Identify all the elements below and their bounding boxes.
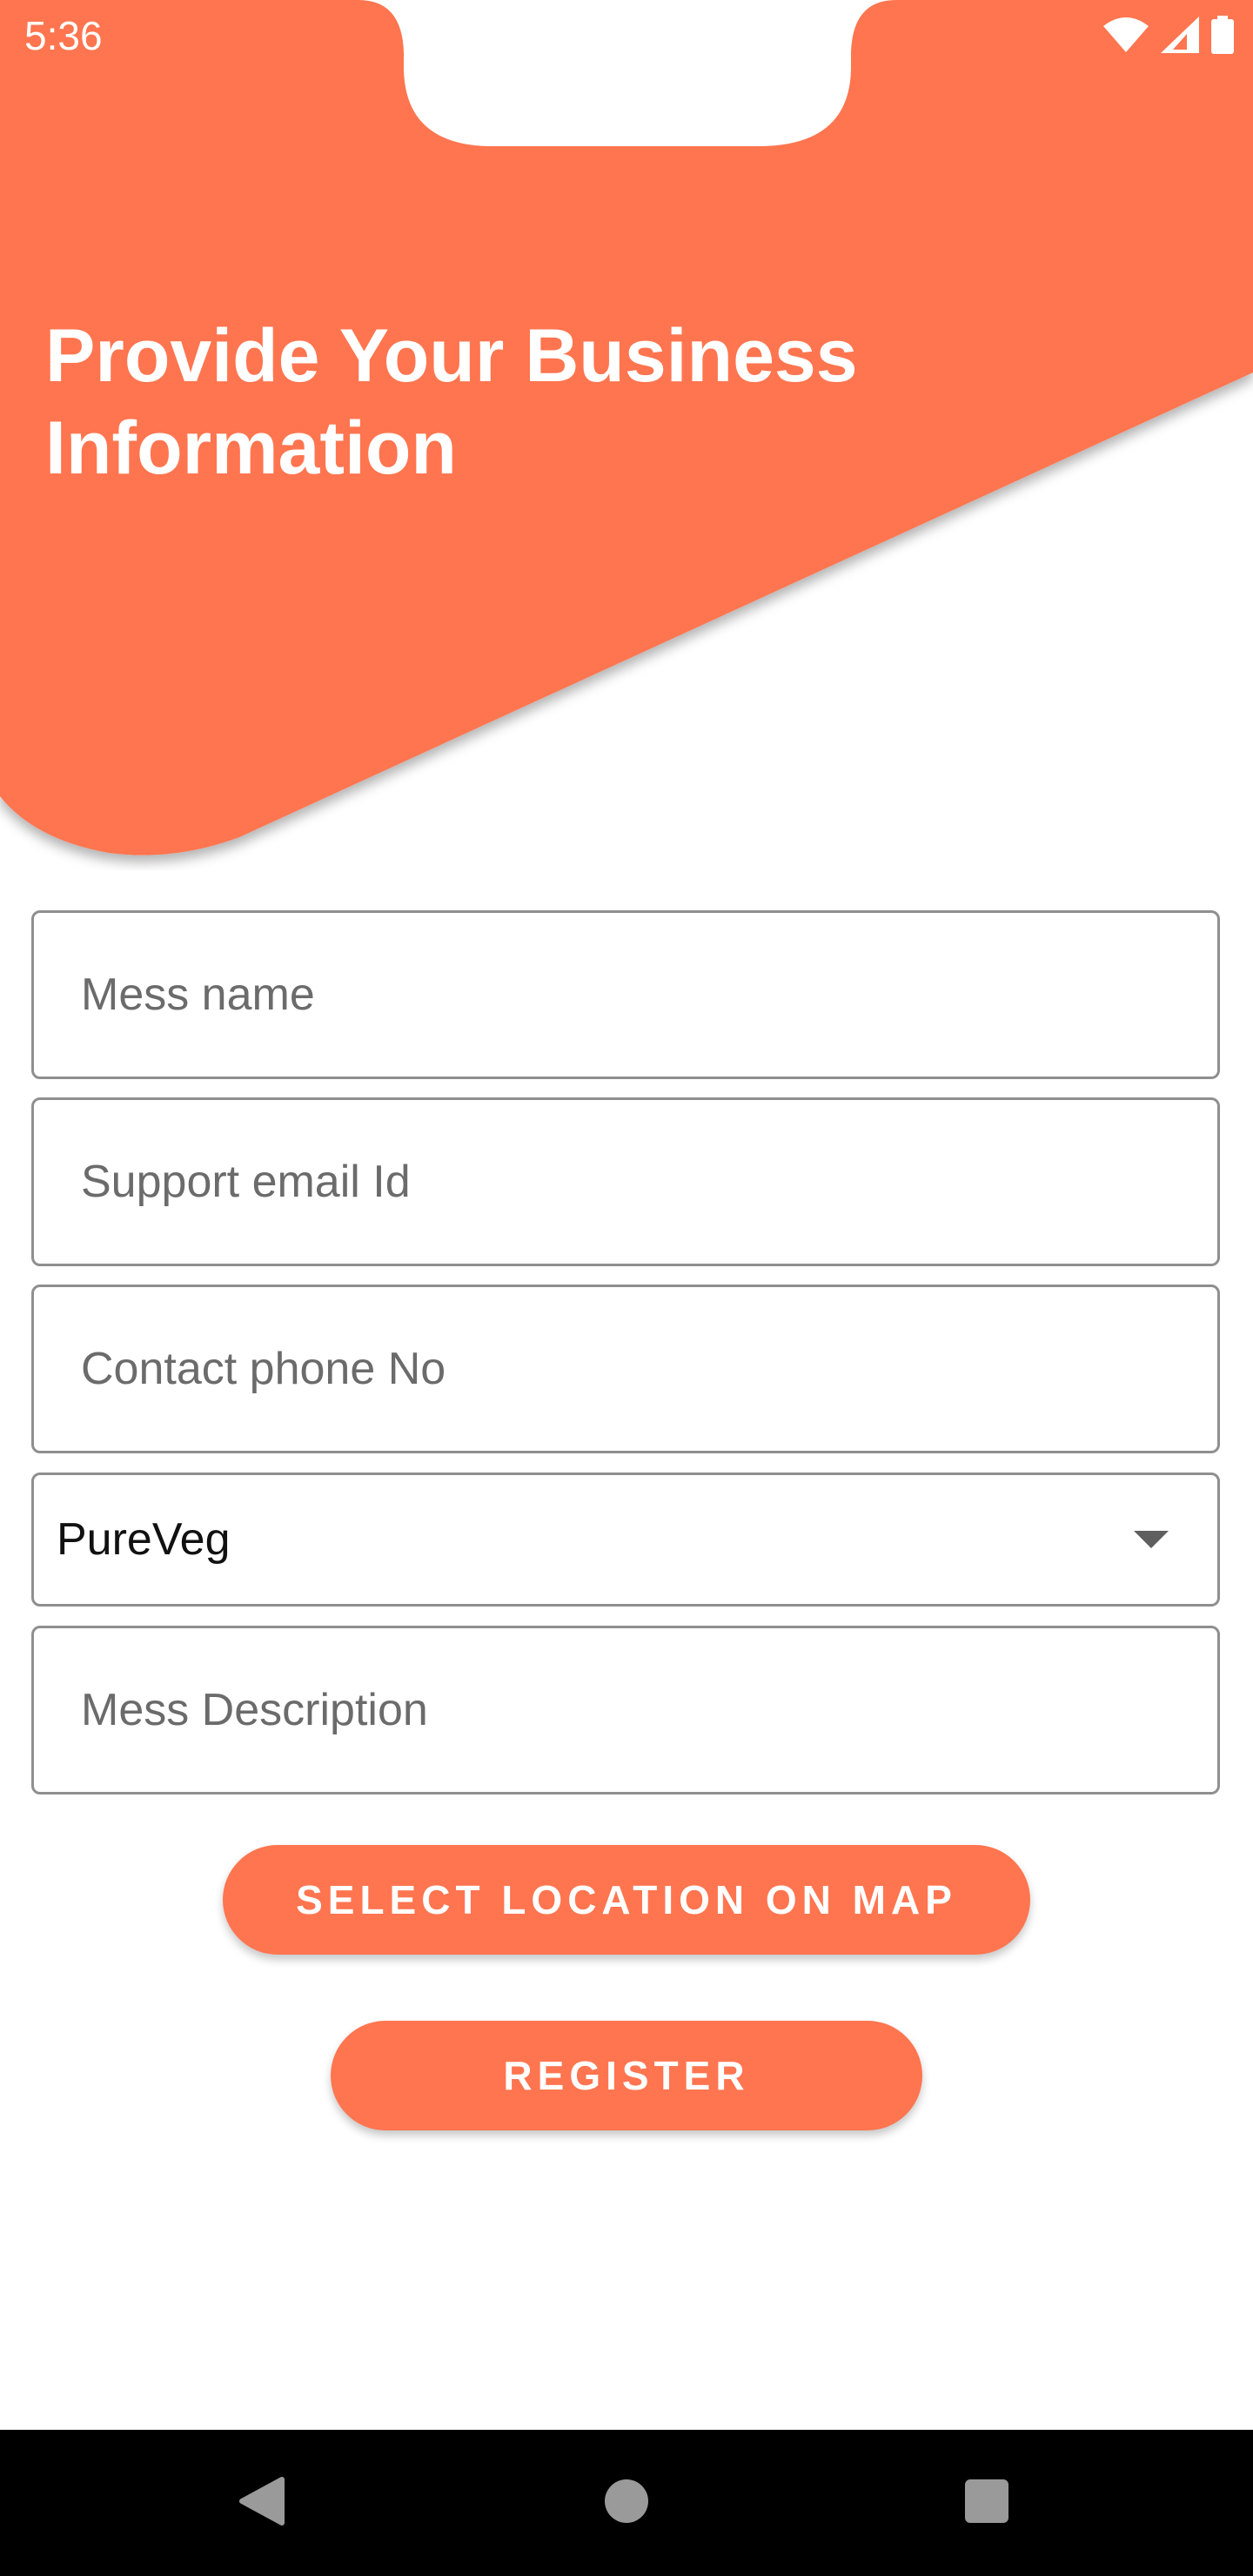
food-type-select[interactable]: PureVeg xyxy=(31,1472,1220,1607)
dropdown-arrow-icon xyxy=(1134,1531,1169,1548)
contact-phone-placeholder: Contact phone No xyxy=(81,1344,446,1394)
register-label: REGISTER xyxy=(503,2053,750,2098)
mess-name-placeholder: Mess name xyxy=(81,969,315,1020)
page-title: Provide Your Business Information xyxy=(45,314,858,490)
navigation-bar xyxy=(0,2430,1253,2576)
contact-phone-field[interactable]: Contact phone No xyxy=(31,1285,1220,1453)
select-location-button[interactable]: SELECT LOCATION ON MAP xyxy=(223,1845,1030,1955)
status-icons xyxy=(1103,15,1234,58)
nav-recents-button[interactable] xyxy=(917,2430,1056,2576)
select-location-label: SELECT LOCATION ON MAP xyxy=(296,1877,957,1922)
recents-icon xyxy=(964,2479,1009,2528)
nav-home-button[interactable] xyxy=(557,2430,696,2576)
support-email-field[interactable]: Support email Id xyxy=(31,1097,1220,1266)
food-type-selected-value: PureVeg xyxy=(57,1514,231,1565)
register-button[interactable]: REGISTER xyxy=(331,2021,922,2130)
screen: 5:36 Provide Your Business Information M… xyxy=(0,0,1253,2576)
nav-back-button[interactable] xyxy=(191,2430,331,2576)
mess-description-field[interactable]: Mess Description xyxy=(31,1626,1220,1794)
battery-icon xyxy=(1211,15,1234,58)
support-email-placeholder: Support email Id xyxy=(81,1157,411,1207)
signal-icon xyxy=(1161,16,1199,57)
status-time: 5:36 xyxy=(24,13,103,58)
mess-description-placeholder: Mess Description xyxy=(81,1685,428,1735)
mess-name-field[interactable]: Mess name xyxy=(31,910,1220,1079)
home-icon xyxy=(604,2479,649,2528)
wifi-icon xyxy=(1103,17,1149,57)
back-icon xyxy=(237,2476,285,2531)
status-bar: 5:36 xyxy=(0,0,1253,73)
